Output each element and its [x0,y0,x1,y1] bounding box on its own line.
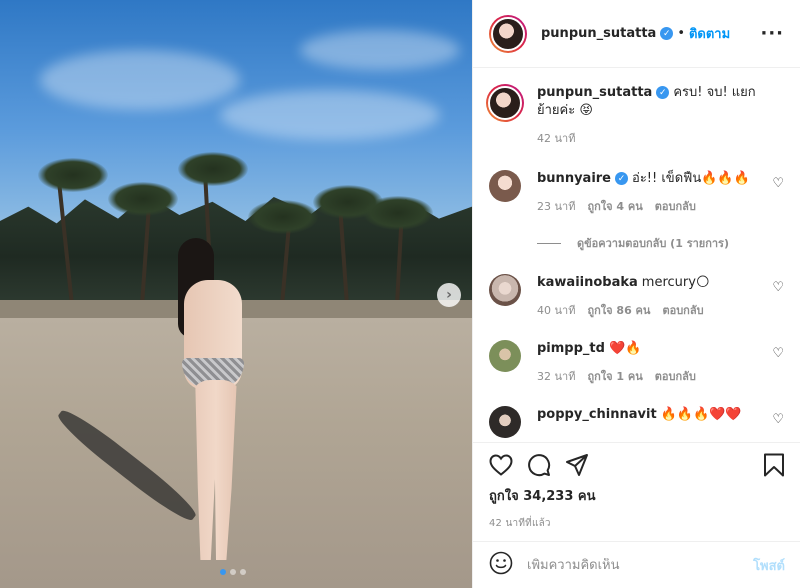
avatar[interactable] [489,406,521,438]
comment-likes[interactable]: ถูกใจ 4 คน [587,198,642,216]
author-username[interactable]: punpun_sutatta [541,26,656,41]
reply-button[interactable]: ตอบกลับ [662,302,703,320]
comment-text: 🔥🔥🔥❤️❤️ [660,407,742,422]
carousel-dot [230,569,236,575]
comment-text: ❤️🔥 [608,341,642,356]
palm-fronds [248,200,318,234]
carousel-dot [220,569,226,575]
post-comment-button[interactable]: โพสต์ [753,555,785,576]
post-sidebar: punpun_sutatta ✓ • ติดตาม ··· punpun_sut… [472,0,800,588]
bookmark-icon[interactable] [763,453,785,477]
verified-badge-icon: ✓ [660,27,674,40]
cloud [40,50,240,110]
palm-fronds [363,196,433,230]
share-icon[interactable] [565,453,589,477]
caption-meta: 42 นาที [537,130,760,148]
cloud [300,30,460,70]
palm-fronds [38,158,108,192]
heart-icon[interactable]: ♡ [772,280,784,295]
comment-username[interactable]: poppy_chinnavit [537,407,657,422]
comment-meta: 23 นาที ถูกใจ 4 คน ตอบกลับ [537,198,760,216]
comment-icon[interactable] [527,453,551,477]
comment-text: อ่ะ!! เข็ดฟืน🔥🔥🔥 [632,171,750,186]
comment-input[interactable] [527,557,754,573]
avatar[interactable] [486,84,524,122]
comment-text: mercury🌕 [641,275,710,290]
avatar[interactable] [489,14,527,53]
carousel-dot [240,569,246,575]
comment-likes[interactable]: ถูกใจ 1 คน [587,368,642,386]
comment-meta: 40 นาที ถูกใจ 86 คน ตอบกลับ [537,302,760,320]
heart-icon[interactable]: ♡ [772,176,784,191]
caption-time: 42 นาที [537,132,576,145]
posted-time[interactable]: 42 นาทีที่แล้ว [489,516,785,531]
comment-item: poppy_chinnavit 🔥🔥🔥❤️❤️ ♡ [489,406,784,438]
comment-meta: 32 นาที ถูกใจ 1 คน ตอบกลับ [537,368,760,386]
follow-button[interactable]: ติดตาม [689,23,730,44]
palm-fronds [178,152,248,186]
post-header: punpun_sutatta ✓ • ติดตาม ··· [473,0,800,68]
comment-username[interactable]: bunnyaire [537,171,611,186]
comment-username[interactable]: kawaiinobaka [537,275,638,290]
heart-icon[interactable]: ♡ [772,346,784,361]
carousel-indicator [220,569,246,575]
reply-button[interactable]: ตอบกลับ [655,368,696,386]
comment-item: kawaiinobaka mercury🌕 40 นาที ถูกใจ 86 คน… [489,274,784,320]
reply-button[interactable]: ตอบกลับ [655,198,696,216]
post-photo[interactable]: › [0,0,472,588]
palm-fronds [108,182,178,216]
likes-count[interactable]: ถูกใจ 34,233 คน [489,485,785,506]
caption-username[interactable]: punpun_sutatta [537,85,652,100]
comment-time: 23 นาที [537,200,576,213]
comment-likes[interactable]: ถูกใจ 86 คน [587,302,650,320]
avatar[interactable] [489,274,521,306]
post-actions: ถูกใจ 34,233 คน 42 นาทีที่แล้ว [473,442,800,531]
comment-username[interactable]: pimpp_td [537,341,605,356]
avatar[interactable] [489,170,521,202]
avatar[interactable] [489,340,521,372]
separator: • [677,26,685,41]
verified-badge-icon: ✓ [656,86,670,99]
view-replies-button[interactable]: ดูข้อความตอบกลับ (1 รายการ) [537,234,784,252]
comment-time: 40 นาที [537,304,576,317]
divider [537,242,561,244]
chevron-right-icon[interactable]: › [437,283,461,307]
emoji-icon[interactable] [489,551,513,579]
comment-item: bunnyaire ✓ อ่ะ!! เข็ดฟืน🔥🔥🔥 23 นาที ถูกใจ… [489,170,784,216]
post-viewer: › punpun_sutatta ✓ • ติดตาม ··· punpun_s… [0,0,800,588]
heart-icon[interactable] [489,454,513,476]
view-replies-label: ดูข้อความตอบกลับ (1 รายการ) [577,237,729,250]
comments-list[interactable]: punpun_sutatta ✓ ครบ! จบ! แยกย้ายค่ะ 😝 42 … [473,68,800,442]
more-horizontal-icon[interactable]: ··· [760,23,784,44]
comment-item: pimpp_td ❤️🔥 32 นาที ถูกใจ 1 คน ตอบกลับ ♡ [489,340,784,386]
cloud [220,90,440,140]
comment-time: 32 นาที [537,370,576,383]
caption: punpun_sutatta ✓ ครบ! จบ! แยกย้ายค่ะ 😝 42 … [486,84,784,148]
verified-badge-icon: ✓ [615,172,629,185]
heart-icon[interactable]: ♡ [772,412,784,427]
add-comment-bar: โพสต์ [473,541,800,588]
